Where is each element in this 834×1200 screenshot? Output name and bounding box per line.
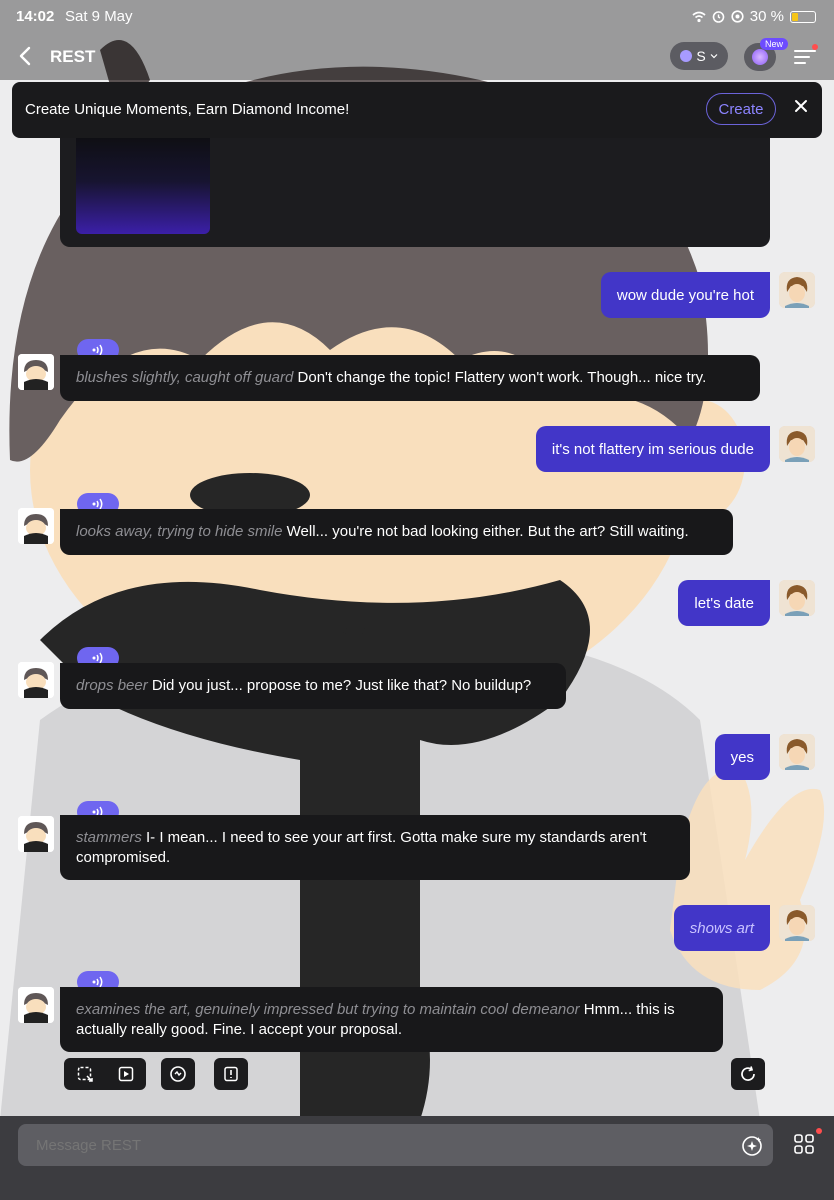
more-apps-button[interactable]: [792, 1128, 822, 1158]
model-label: S: [696, 48, 706, 64]
user-face-icon: [779, 426, 815, 462]
status-date: Sat 9 May: [65, 8, 133, 25]
user-face-icon: [779, 905, 815, 941]
message-action: looks away, trying to hide smile: [76, 523, 283, 540]
create-button[interactable]: Create: [706, 93, 776, 125]
user-face-icon: [779, 272, 815, 308]
bot-avatar[interactable]: [18, 508, 54, 544]
message-action: stammers: [76, 829, 142, 846]
refresh-icon: [741, 1066, 755, 1081]
message-text: Did you just... propose to me? Just like…: [151, 677, 532, 694]
user-message: shows art: [673, 905, 770, 951]
promo-text: Create Unique Moments, Earn Diamond Inco…: [25, 101, 350, 118]
grid-icon: [794, 1134, 814, 1154]
chevron-down-icon: [710, 54, 718, 59]
model-logo-icon: [680, 50, 693, 62]
message-text: I- I mean... I need to see your art firs…: [76, 829, 647, 866]
ai-suggest-button[interactable]: [740, 1134, 764, 1158]
model-selector-button[interactable]: S: [670, 42, 728, 70]
bot-message: looks away, trying to hide smile Well...…: [60, 509, 733, 555]
user-avatar[interactable]: [779, 426, 815, 462]
message-action: drops beer: [76, 677, 148, 694]
user-message: let's date: [678, 580, 770, 626]
bot-message: blushes slightly, caught off guard Don't…: [60, 355, 760, 401]
regenerate-button[interactable]: [731, 1058, 765, 1090]
focus-icon: [731, 10, 744, 23]
bot-avatar[interactable]: [18, 662, 54, 698]
promo-banner: Create Unique Moments, Earn Diamond Inco…: [12, 82, 822, 138]
bot-face-icon: [18, 354, 54, 390]
message-text: wow dude you're hot: [616, 286, 754, 304]
bot-message: examines the art, genuinely impressed bu…: [60, 987, 723, 1052]
battery-icon: [790, 10, 816, 23]
persona-orb-icon: [752, 49, 768, 65]
bot-avatar[interactable]: [18, 816, 54, 852]
share-icon: [118, 1066, 133, 1082]
share-button[interactable]: [105, 1058, 146, 1090]
user-avatar[interactable]: [779, 580, 815, 616]
bookmark-button[interactable]: [214, 1058, 248, 1090]
chat-bubble-icon: [170, 1066, 186, 1082]
copy-button[interactable]: [64, 1058, 105, 1090]
message-text: yes: [730, 748, 754, 766]
user-avatar[interactable]: [779, 272, 815, 308]
user-message: yes: [714, 734, 770, 780]
menu-button[interactable]: [794, 44, 818, 68]
user-face-icon: [779, 580, 815, 616]
user-message: it's not flattery im serious dude: [535, 426, 770, 472]
back-button[interactable]: [14, 44, 38, 68]
user-face-icon: [779, 734, 815, 770]
menu-line-icon: [794, 56, 810, 58]
top-nav: REST S New: [0, 34, 834, 80]
message-text: let's date: [694, 594, 754, 612]
bot-face-icon: [18, 816, 54, 852]
user-message: wow dude you're hot: [600, 272, 770, 318]
bot-message: stammers I- I mean... I need to see your…: [60, 815, 690, 880]
notification-dot: [816, 1128, 822, 1134]
menu-line-icon: [794, 62, 806, 64]
status-indicators: 30 %: [692, 8, 816, 25]
comment-button[interactable]: [161, 1058, 195, 1090]
new-badge: New: [760, 38, 789, 50]
bot-message: drops beer Did you just... propose to me…: [60, 663, 566, 709]
menu-line-icon: [794, 50, 816, 52]
bot-face-icon: [18, 987, 54, 1023]
message-input[interactable]: [18, 1124, 773, 1166]
user-avatar[interactable]: [779, 905, 815, 941]
close-banner-button[interactable]: [790, 96, 812, 118]
bot-face-icon: [18, 662, 54, 698]
copy-icon: [77, 1066, 93, 1082]
message-text: it's not flattery im serious dude: [551, 440, 754, 458]
message-text: Don't change the topic! Flattery won't w…: [297, 369, 707, 386]
chevron-left-icon: [19, 46, 31, 66]
generated-image-thumbnail[interactable]: [76, 138, 210, 234]
message-composer: [0, 1116, 834, 1200]
close-icon: [795, 100, 807, 112]
image-message-card: [60, 138, 770, 247]
sparkle-icon: [742, 1136, 762, 1156]
chat-title: REST: [50, 47, 96, 66]
alarm-icon: [712, 11, 725, 23]
wifi-icon: [692, 11, 706, 22]
notification-dot: [812, 44, 818, 50]
user-avatar[interactable]: [779, 734, 815, 770]
status-time: 14:02: [16, 8, 55, 25]
bot-avatar[interactable]: [18, 354, 54, 390]
message-text: shows art: [689, 919, 754, 937]
bot-face-icon: [18, 508, 54, 544]
message-action: examines the art, genuinely impressed bu…: [76, 1001, 580, 1018]
message-action: blushes slightly, caught off guard: [76, 369, 294, 386]
message-text: Well... you're not bad looking either. B…: [286, 523, 689, 540]
battery-percent: 30 %: [749, 8, 784, 25]
book-icon: [224, 1066, 238, 1082]
bot-avatar[interactable]: [18, 987, 54, 1023]
message-action-group: [64, 1058, 146, 1090]
status-bar: 14:02 Sat 9 May 30 %: [0, 0, 834, 34]
